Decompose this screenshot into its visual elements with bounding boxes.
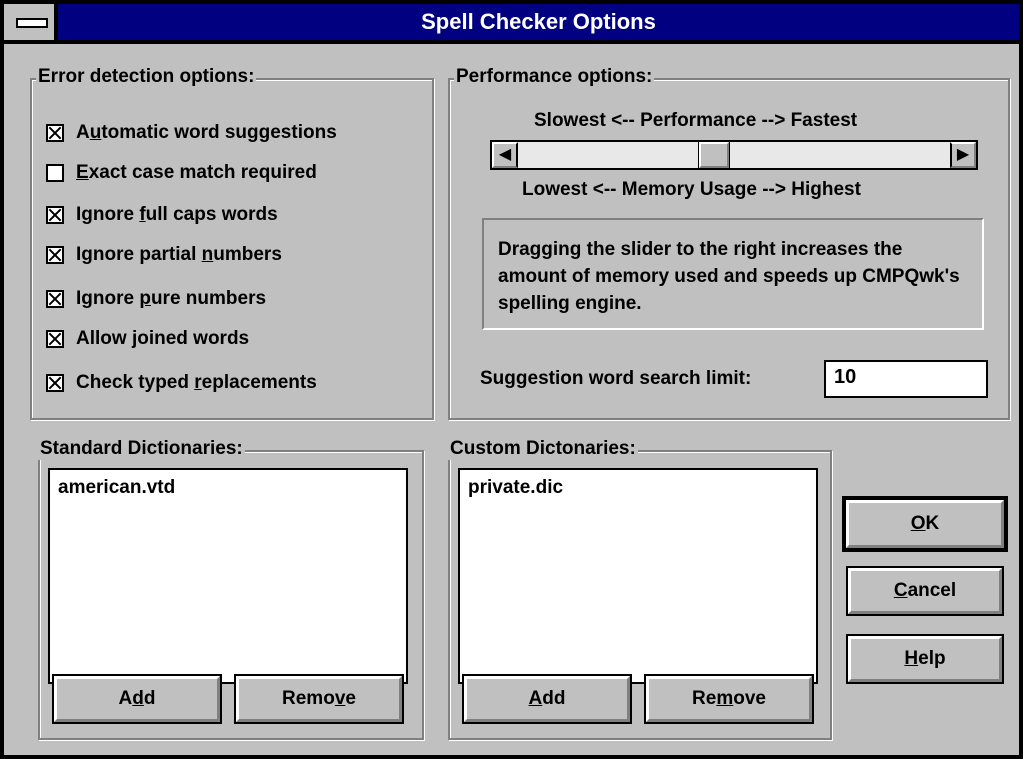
- standard-add-button[interactable]: Add: [52, 674, 222, 724]
- checkbox-box[interactable]: [46, 290, 64, 308]
- checkbox-box[interactable]: [46, 374, 64, 392]
- cancel-button[interactable]: Cancel: [846, 566, 1004, 616]
- standard-remove-button[interactable]: Remove: [234, 674, 404, 724]
- checkbox-label: Exact case match required: [76, 162, 317, 183]
- custom-remove-button[interactable]: Remove: [644, 674, 814, 724]
- slider-left-arrow-button[interactable]: ◀: [492, 142, 518, 168]
- checkbox-label: Ignore pure numbers: [76, 288, 267, 309]
- checkbox-label: Allow joined words: [76, 328, 250, 349]
- error-option-checkbox[interactable]: Exact case match required: [46, 162, 317, 184]
- memory-scale-text: Lowest <-- Memory Usage --> Highest: [522, 179, 861, 200]
- cancel-label: Cancel: [893, 580, 957, 601]
- checkbox-box[interactable]: [46, 124, 64, 142]
- suggestion-limit-input[interactable]: 10: [824, 360, 988, 398]
- limit-label-mnemonic: g: [504, 368, 516, 389]
- limit-label-post: gestion word search limit:: [515, 368, 752, 389]
- error-option-checkbox[interactable]: Ignore full caps words: [46, 204, 278, 226]
- custom-dictionaries-list[interactable]: private.dic: [458, 468, 818, 684]
- error-option-checkbox[interactable]: Ignore pure numbers: [46, 288, 266, 310]
- ok-label: OK: [910, 513, 940, 534]
- ok-button[interactable]: OK: [842, 496, 1008, 552]
- checkbox-label: Automatic word suggestions: [76, 122, 337, 143]
- checkbox-label: Ignore full caps words: [76, 204, 278, 225]
- error-detection-group: Error detection options: Automatic word …: [30, 66, 434, 420]
- list-item[interactable]: american.vtd: [58, 476, 398, 500]
- custom-dictionaries-label: Custom Dictonaries:: [448, 438, 638, 460]
- custom-add-label: Add: [528, 688, 566, 709]
- checkbox-box[interactable]: [46, 206, 64, 224]
- checkbox-label: Check typed replacements: [76, 372, 317, 393]
- standard-dictionaries-list[interactable]: american.vtd: [48, 468, 408, 684]
- error-option-checkbox[interactable]: Automatic word suggestions: [46, 122, 337, 144]
- slider-thumb[interactable]: [697, 141, 730, 169]
- limit-label-pre: Su: [480, 368, 505, 389]
- error-option-checkbox[interactable]: Ignore partial numbers: [46, 244, 282, 266]
- window-title: Spell Checker Options: [421, 9, 656, 34]
- system-menu-button[interactable]: [4, 4, 58, 40]
- standard-dictionaries-label: Standard Dictionaries:: [38, 438, 245, 460]
- memory-scale-label: Lowest <-- Memory Usage --> Highest: [522, 179, 861, 201]
- help-label: Help: [904, 648, 946, 669]
- checkbox-label: Ignore partial numbers: [76, 244, 282, 265]
- checkbox-box[interactable]: [46, 164, 64, 182]
- custom-add-button[interactable]: Add: [462, 674, 632, 724]
- error-detection-label: Error detection options:: [36, 66, 257, 88]
- help-button[interactable]: Help: [846, 634, 1004, 684]
- error-option-checkbox[interactable]: Allow joined words: [46, 328, 249, 350]
- performance-info-text: Dragging the slider to the right increas…: [498, 239, 960, 314]
- performance-scale-label: Slowest <-- Performance --> Fastest: [534, 110, 858, 131]
- performance-label: Performance options:: [454, 66, 655, 88]
- standard-add-label: Add: [118, 688, 156, 709]
- slider-right-arrow-button[interactable]: ▶: [950, 142, 976, 168]
- list-item[interactable]: private.dic: [468, 476, 808, 500]
- standard-remove-label: Remove: [282, 688, 356, 709]
- custom-remove-label: Remove: [692, 688, 766, 709]
- title-bar: Spell Checker Options: [4, 4, 1019, 44]
- suggestion-limit-label: Suggestion word search limit:: [480, 368, 751, 390]
- spell-checker-dialog: Spell Checker Options Error detection op…: [0, 0, 1023, 759]
- system-menu-icon: [16, 18, 48, 28]
- checkbox-box[interactable]: [46, 330, 64, 348]
- performance-slider[interactable]: ◀ ▶: [490, 140, 978, 170]
- error-option-checkbox[interactable]: Check typed replacements: [46, 372, 317, 394]
- checkbox-box[interactable]: [46, 246, 64, 264]
- performance-info-box: Dragging the slider to the right increas…: [482, 218, 984, 330]
